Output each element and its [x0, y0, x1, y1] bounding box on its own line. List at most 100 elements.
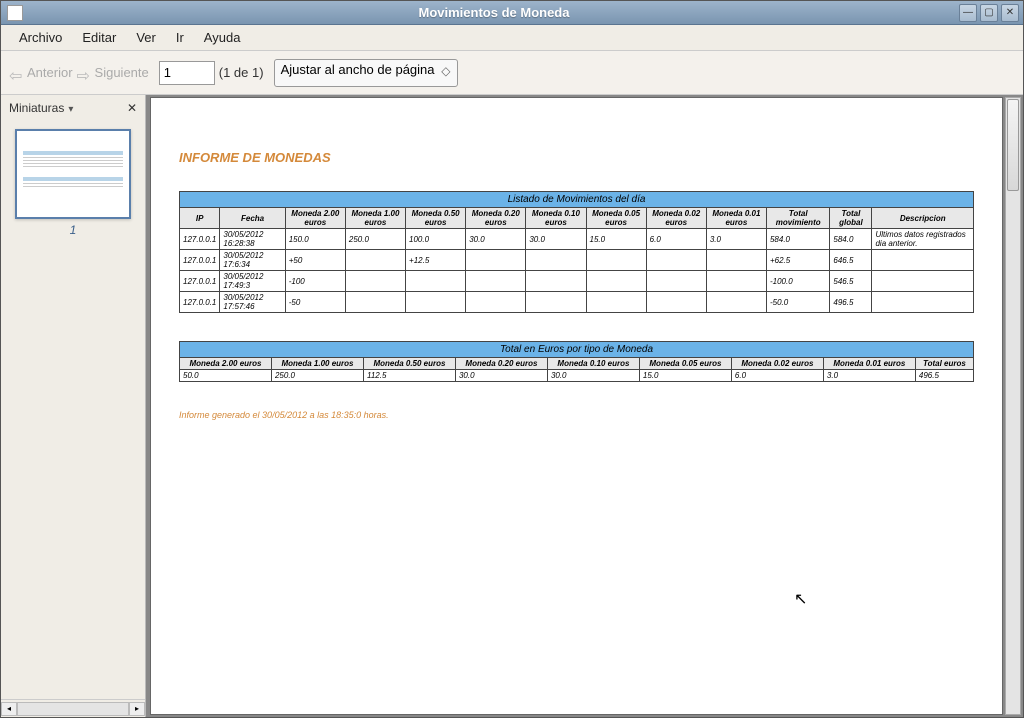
sidebar-close-icon[interactable]: ✕: [127, 101, 137, 115]
table-cell: 250.0: [271, 370, 363, 382]
table-header: Moneda 0.20 euros: [466, 208, 526, 229]
table-cell: -100: [285, 271, 345, 292]
next-label: Siguiente: [95, 65, 149, 80]
table-cell: [526, 292, 586, 313]
table-cell: [646, 292, 706, 313]
table-cell: [466, 271, 526, 292]
report-title: INFORME DE MONEDAS: [179, 150, 974, 165]
table-cell: +50: [285, 250, 345, 271]
table-header: Moneda 0.10 euros: [547, 358, 639, 370]
table-header: Moneda 1.00 euros: [345, 208, 405, 229]
maximize-button[interactable]: ▢: [980, 4, 998, 22]
table-header: Moneda 1.00 euros: [271, 358, 363, 370]
menu-archivo[interactable]: Archivo: [11, 27, 70, 48]
totals-table: Total en Euros por tipo de Moneda Moneda…: [179, 341, 974, 382]
table-cell: [872, 271, 974, 292]
table-cell: 127.0.0.1: [180, 292, 220, 313]
document-viewport: INFORME DE MONEDAS Listado de Movimiento…: [146, 95, 1023, 717]
table-cell: [706, 292, 766, 313]
page-1: INFORME DE MONEDAS Listado de Movimiento…: [150, 97, 1003, 715]
table-header: Fecha: [220, 208, 285, 229]
menu-ver[interactable]: Ver: [128, 27, 164, 48]
table-cell: [526, 250, 586, 271]
menu-ayuda[interactable]: Ayuda: [196, 27, 249, 48]
sidebar-header: Miniaturas ✕: [1, 95, 145, 121]
table-cell: 3.0: [706, 229, 766, 250]
menu-editar[interactable]: Editar: [74, 27, 124, 48]
table-cell: Ultimos datos registrados dia anterior.: [872, 229, 974, 250]
table-cell: 15.0: [586, 229, 646, 250]
sidebar-title[interactable]: Miniaturas: [9, 101, 73, 115]
table-cell: [646, 250, 706, 271]
page-count-label: (1 de 1): [219, 65, 264, 80]
table-cell: 3.0: [823, 370, 915, 382]
table-row: 127.0.0.130/05/2012 17:49:3-100-100.0546…: [180, 271, 974, 292]
prev-label: Anterior: [27, 65, 73, 80]
table-cell: [586, 292, 646, 313]
vertical-scrollbar[interactable]: [1005, 97, 1021, 715]
window-title: Movimientos de Moneda: [29, 5, 959, 20]
table-cell: 30.0: [526, 229, 586, 250]
table-header: Moneda 0.02 euros: [646, 208, 706, 229]
menu-ir[interactable]: Ir: [168, 27, 192, 48]
t2-banner: Total en Euros por tipo de Moneda: [180, 342, 974, 358]
table-cell: [406, 271, 466, 292]
table-cell: 50.0: [180, 370, 272, 382]
table-row: 127.0.0.130/05/2012 16:28:38150.0250.010…: [180, 229, 974, 250]
sidebar-hscroll[interactable]: ◂ ▸: [1, 699, 145, 717]
thumbnail-page-1[interactable]: [15, 129, 131, 219]
table-cell: [526, 271, 586, 292]
table-cell: [586, 250, 646, 271]
table-cell: 100.0: [406, 229, 466, 250]
table-header: Moneda 0.05 euros: [586, 208, 646, 229]
table-cell: 30/05/2012 17:6:34: [220, 250, 285, 271]
table-cell: [646, 271, 706, 292]
zoom-select[interactable]: Ajustar al ancho de página: [274, 59, 458, 87]
scroll-right-icon[interactable]: ▸: [129, 702, 145, 716]
window-controls: — ▢ ✕: [959, 4, 1019, 22]
arrow-right-icon: [77, 66, 91, 80]
table-cell: [345, 271, 405, 292]
prev-page-button[interactable]: Anterior: [9, 65, 73, 80]
table-cell: 6.0: [731, 370, 823, 382]
table-cell: [706, 250, 766, 271]
table-row: 127.0.0.130/05/2012 17:57:46-50-50.0496.…: [180, 292, 974, 313]
sidebar: Miniaturas ✕ 1 ◂ ▸: [1, 95, 146, 717]
table-header: Moneda 2.00 euros: [285, 208, 345, 229]
table-cell: [872, 292, 974, 313]
table-cell: [466, 292, 526, 313]
table-cell: [345, 250, 405, 271]
table-cell: [466, 250, 526, 271]
table-row: 127.0.0.130/05/2012 17:6:34+50+12.5+62.5…: [180, 250, 974, 271]
table-header: Descripcion: [872, 208, 974, 229]
table-cell: 30/05/2012 16:28:38: [220, 229, 285, 250]
table-cell: 584.0: [830, 229, 872, 250]
table-cell: [706, 271, 766, 292]
page-number-input[interactable]: [159, 61, 215, 85]
close-button[interactable]: ✕: [1001, 4, 1019, 22]
table-cell: 496.5: [915, 370, 973, 382]
table-cell: 6.0: [646, 229, 706, 250]
table-cell: 30/05/2012 17:49:3: [220, 271, 285, 292]
thumbnail-number: 1: [9, 223, 137, 237]
scroll-track[interactable]: [17, 702, 129, 716]
thumbnails-panel: 1: [1, 121, 145, 699]
table-header: Moneda 0.01 euros: [823, 358, 915, 370]
table-cell: 150.0: [285, 229, 345, 250]
table-cell: 30/05/2012 17:57:46: [220, 292, 285, 313]
next-page-button[interactable]: Siguiente: [77, 65, 149, 80]
table-cell: 496.5: [830, 292, 872, 313]
table-cell: 646.5: [830, 250, 872, 271]
arrow-left-icon: [9, 66, 23, 80]
minimize-button[interactable]: —: [959, 4, 977, 22]
table-header: Moneda 0.05 euros: [639, 358, 731, 370]
table-cell: 127.0.0.1: [180, 250, 220, 271]
table-header: Moneda 0.01 euros: [706, 208, 766, 229]
scroll-left-icon[interactable]: ◂: [1, 702, 17, 716]
table-cell: 127.0.0.1: [180, 271, 220, 292]
table-cell: 127.0.0.1: [180, 229, 220, 250]
table-cell: 584.0: [766, 229, 829, 250]
table-header: Moneda 0.02 euros: [731, 358, 823, 370]
table-cell: +62.5: [766, 250, 829, 271]
table-cell: [872, 250, 974, 271]
